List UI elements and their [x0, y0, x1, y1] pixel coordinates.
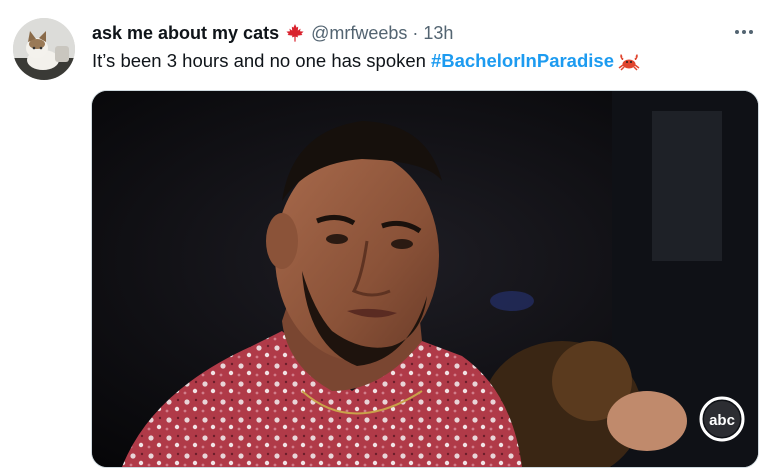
timestamp[interactable]: 13h [423, 23, 453, 44]
crab-icon [618, 52, 640, 71]
tweet-card[interactable]: ask me about my cats @mrfweebs · 13h It’… [0, 0, 768, 474]
abc-logo-text: abc [709, 412, 735, 429]
tweet-body: It’s been 3 hours and no one has spoken [92, 50, 426, 71]
cat-avatar-icon [13, 18, 75, 80]
more-horizontal-icon[interactable] [732, 20, 756, 44]
tv-screen-photo: abc [92, 91, 758, 467]
maple-leaf-icon [285, 23, 305, 43]
author-name[interactable]: ask me about my cats [92, 23, 279, 44]
author-handle[interactable]: @mrfweebs [311, 23, 407, 44]
tweet-media-image[interactable]: abc [91, 90, 759, 468]
separator-dot: · [412, 22, 419, 43]
avatar[interactable] [13, 18, 75, 80]
abc-logo: abc [699, 396, 745, 442]
tweet-text: It’s been 3 hours and no one has spoken … [92, 48, 640, 74]
tweet-header: ask me about my cats @mrfweebs · 13h [92, 20, 453, 46]
hashtag-link[interactable]: #BachelorInParadise [431, 48, 614, 74]
